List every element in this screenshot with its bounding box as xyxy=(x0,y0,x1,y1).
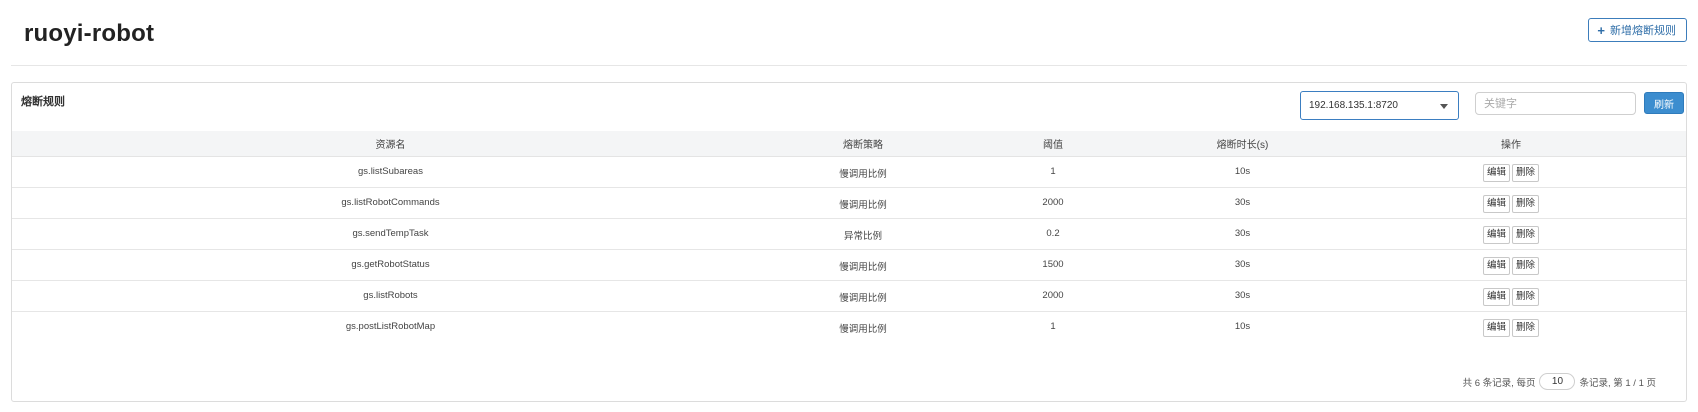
column-header-strategy: 熔断策略 xyxy=(769,131,957,157)
cell-resource: gs.listRobotCommands xyxy=(12,187,769,219)
page-size-input[interactable] xyxy=(1539,373,1576,390)
table-row: gs.listRobots 慢调用比例 2000 30s 编辑 删除 xyxy=(12,280,1686,312)
table-row: gs.listRobotCommands 慢调用比例 2000 30s 编辑 删除 xyxy=(12,187,1686,219)
edit-button[interactable]: 编辑 xyxy=(1482,194,1510,213)
cell-strategy: 慢调用比例 xyxy=(769,280,957,312)
machine-select[interactable]: 192.168.135.1:8720 xyxy=(1300,91,1459,120)
cell-strategy: 异常比例 xyxy=(769,218,957,250)
cell-threshold: 2000 xyxy=(957,187,1149,219)
cell-actions: 编辑 删除 xyxy=(1336,311,1686,342)
edit-button[interactable]: 编辑 xyxy=(1482,163,1510,182)
refresh-button[interactable]: 刷新 xyxy=(1644,92,1684,114)
cell-duration: 30s xyxy=(1149,249,1336,281)
cell-actions: 编辑 删除 xyxy=(1336,218,1686,250)
cell-resource: gs.listSubareas xyxy=(12,156,769,188)
chevron-down-icon xyxy=(1440,104,1448,109)
table-header-row: 资源名 熔断策略 阈值 熔断时长(s) 操作 xyxy=(12,131,1686,157)
cell-actions: 编辑 删除 xyxy=(1336,280,1686,312)
cell-duration: 10s xyxy=(1149,156,1336,188)
cell-resource: gs.getRobotStatus xyxy=(12,249,769,281)
cell-actions: 编辑 删除 xyxy=(1336,156,1686,188)
table-row: gs.getRobotStatus 慢调用比例 1500 30s 编辑 删除 xyxy=(12,249,1686,281)
delete-button[interactable]: 删除 xyxy=(1512,318,1540,337)
table-row: gs.postListRobotMap 慢调用比例 1 10s 编辑 删除 xyxy=(12,311,1686,342)
cell-strategy: 慢调用比例 xyxy=(839,323,887,335)
cell-actions: 编辑 删除 xyxy=(1336,249,1686,281)
column-header-actions: 操作 xyxy=(1336,131,1686,157)
delete-button[interactable]: 删除 xyxy=(1512,287,1540,306)
keyword-search-input[interactable] xyxy=(1475,92,1636,115)
edit-button[interactable]: 编辑 xyxy=(1482,256,1510,275)
cell-strategy: 慢调用比例 xyxy=(769,249,957,281)
cell-threshold: 0.2 xyxy=(957,218,1149,250)
column-header-threshold: 阈值 xyxy=(957,131,1149,157)
cell-threshold: 1 xyxy=(957,156,1149,188)
cell-resource: gs.listRobots xyxy=(12,280,769,312)
page-header: ruoyi-robot + 新增熔断规则 xyxy=(11,0,1687,66)
machine-select-value: 192.168.135.1:8720 xyxy=(1309,100,1398,111)
table-row: gs.listSubareas 慢调用比例 1 10s 编辑 删除 xyxy=(12,156,1686,188)
edit-button[interactable]: 编辑 xyxy=(1482,287,1510,306)
cell-strategy: 慢调用比例 xyxy=(769,156,957,188)
panel-title: 熔断规则 xyxy=(21,96,65,108)
cell-duration: 10s xyxy=(1234,320,1251,332)
cell-threshold: 1 xyxy=(1050,320,1056,332)
add-rule-button[interactable]: + 新增熔断规则 xyxy=(1588,18,1687,42)
table-row: gs.sendTempTask 异常比例 0.2 30s 编辑 删除 xyxy=(12,218,1686,250)
delete-button[interactable]: 删除 xyxy=(1512,163,1540,182)
cell-resource: gs.postListRobotMap xyxy=(345,320,436,332)
delete-button[interactable]: 删除 xyxy=(1512,194,1540,213)
cell-resource: gs.sendTempTask xyxy=(12,218,769,250)
cell-actions: 编辑 删除 xyxy=(1336,187,1686,219)
edit-button[interactable]: 编辑 xyxy=(1482,318,1510,337)
plus-icon: + xyxy=(1597,22,1605,38)
cell-threshold: 2000 xyxy=(957,280,1149,312)
edit-button[interactable]: 编辑 xyxy=(1482,225,1510,244)
cell-duration: 30s xyxy=(1149,187,1336,219)
app-title: ruoyi-robot xyxy=(24,20,155,47)
cell-strategy: 慢调用比例 xyxy=(769,187,957,219)
column-header-duration: 熔断时长(s) xyxy=(1149,131,1336,157)
pagination: 共 6 条记录, 每页 条记录, 第 1 / 1 页 xyxy=(1463,373,1656,390)
rules-table: 资源名 熔断策略 阈值 熔断时长(s) 操作 gs.listSubareas 慢… xyxy=(12,131,1686,342)
delete-button[interactable]: 删除 xyxy=(1512,225,1540,244)
pagination-suffix: 条记录, 第 1 / 1 页 xyxy=(1579,377,1656,389)
cell-duration: 30s xyxy=(1149,280,1336,312)
add-rule-button-label: 新增熔断规则 xyxy=(1610,25,1676,37)
delete-button[interactable]: 删除 xyxy=(1512,256,1540,275)
column-header-resource: 资源名 xyxy=(12,131,769,157)
pagination-prefix: 共 6 条记录, 每页 xyxy=(1462,377,1536,389)
cell-threshold: 1500 xyxy=(957,249,1149,281)
cell-duration: 30s xyxy=(1149,218,1336,250)
rules-panel: 熔断规则 192.168.135.1:8720 刷新 资源名 熔断策略 阈值 熔… xyxy=(11,82,1687,402)
